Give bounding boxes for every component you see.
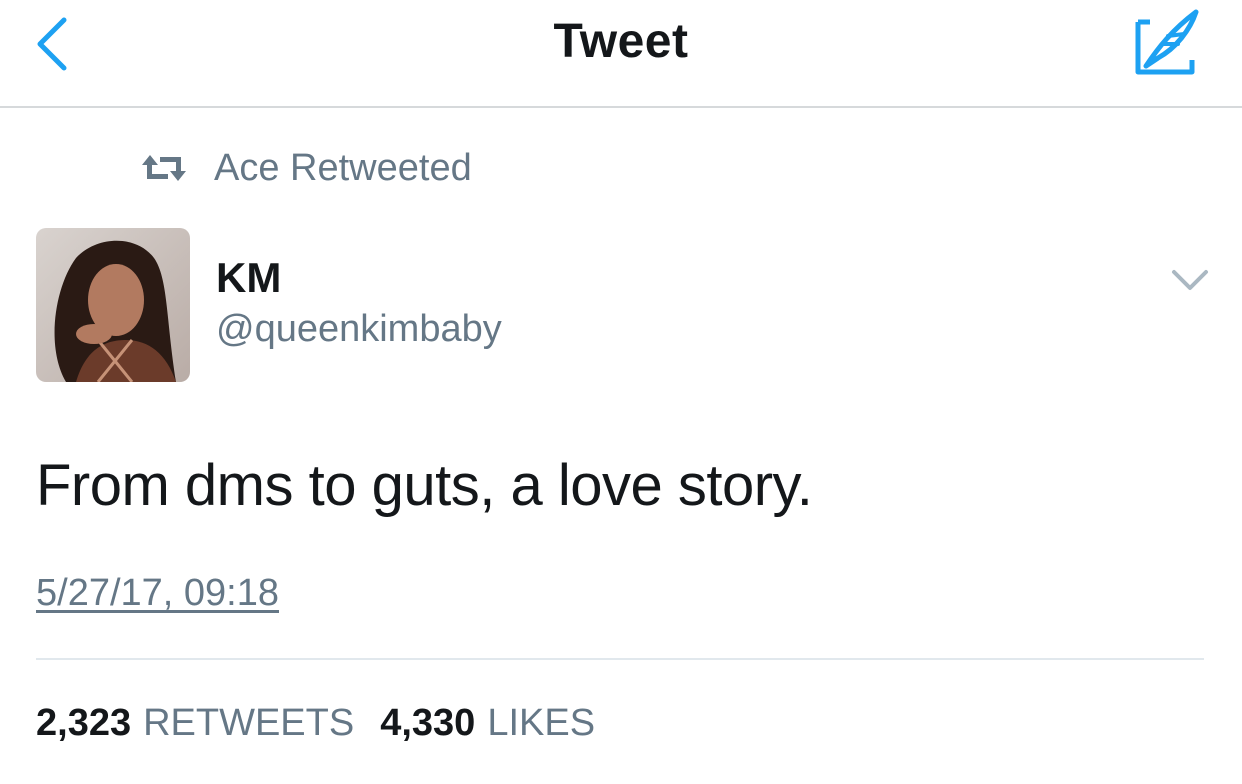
- profile-photo: [36, 228, 190, 382]
- compose-quill-icon: [1135, 9, 1199, 75]
- navigation-bar: Tweet: [0, 0, 1242, 108]
- retweet-icon: [142, 155, 186, 181]
- tweet-text: From dms to guts, a love story.: [36, 453, 813, 518]
- chevron-down-icon: [1172, 270, 1208, 290]
- likes-count: 4,330: [380, 702, 476, 744]
- tweet-timestamp[interactable]: 5/27/17, 09:18: [36, 572, 279, 615]
- page-title: Tweet: [553, 15, 689, 68]
- divider: [36, 658, 1204, 660]
- retweets-stat[interactable]: 2,323 RETWEETS: [36, 702, 354, 745]
- display-name[interactable]: KM: [216, 254, 281, 302]
- tweet-stats: 2,323 RETWEETS 4,330 LIKES: [36, 702, 621, 745]
- avatar[interactable]: [36, 228, 190, 382]
- likes-stat[interactable]: 4,330 LIKES: [380, 702, 595, 745]
- retweet-context[interactable]: Ace Retweeted: [140, 146, 472, 190]
- compose-tweet-button[interactable]: [1128, 8, 1204, 78]
- retweets-count: 2,323: [36, 702, 132, 744]
- likes-label: LIKES: [487, 702, 596, 744]
- tweet-menu-button[interactable]: [1170, 264, 1210, 298]
- user-handle[interactable]: @queenkimbaby: [216, 308, 502, 351]
- retweeted-by-label: Ace Retweeted: [214, 146, 472, 189]
- retweets-label: RETWEETS: [143, 702, 355, 744]
